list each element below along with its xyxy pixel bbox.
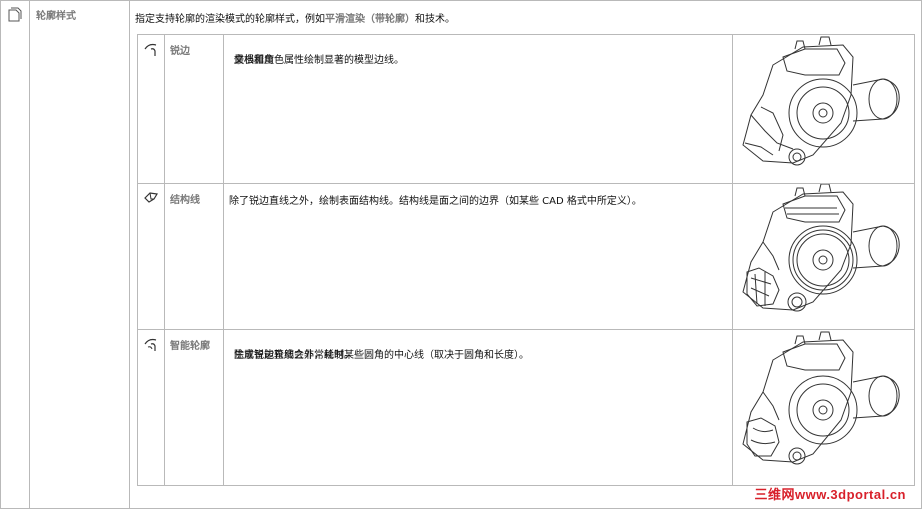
main-name-cell: 轮廓样式 — [30, 1, 130, 508]
smart-outline-icon — [144, 338, 157, 351]
row-description-cell: 除了锐边直线之外，绘制表面结构线。结构线是面之间的边界（如某些 CAD 格式中所… — [224, 184, 733, 329]
row-image-cell — [733, 184, 914, 329]
table-row: 结构线 除了锐边直线之外，绘制表面结构线。结构线是面之间的边界（如某些 CAD … — [138, 184, 914, 330]
engine-outline-structure-image — [742, 184, 900, 312]
main-description-highlight: 平滑渲染（带轮廓） — [325, 14, 415, 25]
table-row: 智能轮廓 除了锐边直线之外，绘制某些圆角的中心线（取决于圆角和长度）。 注意： 生成… — [138, 330, 914, 485]
outline-styles-table: 锐边 仅根据 最小角度 文档和角色属性绘制显著的模型边线。 结构线 除了锐边直线… — [137, 34, 915, 486]
main-description-suffix: 和技术。 — [415, 14, 455, 25]
row-icon-cell — [138, 184, 165, 329]
row-name: 智能轮廓 — [170, 341, 210, 352]
structure-line-icon — [144, 192, 158, 203]
main-description-prefix: 指定支持轮廓的渲染模式的轮廓样式，例如 — [135, 14, 325, 25]
row-icon-cell — [138, 330, 165, 485]
row-name-cell: 结构线 — [165, 184, 224, 329]
row-name: 锐边 — [170, 46, 190, 57]
row-description: 除了锐边直线之外，绘制表面结构线。结构线是面之间的边界（如某些 CAD 格式中所… — [229, 196, 642, 207]
row-name-cell: 智能轮廓 — [165, 330, 224, 485]
row-image-cell — [733, 35, 914, 183]
row-description-cell: 除了锐边直线之外，绘制某些圆角的中心线（取决于圆角和长度）。 注意： 生成智能轮廓会… — [224, 330, 733, 485]
table-row: 锐边 仅根据 最小角度 文档和角色属性绘制显著的模型边线。 — [138, 35, 914, 184]
row-description-suffix: 文档和角色属性绘制显著的模型边线。 — [234, 55, 404, 66]
crease-edge-icon — [144, 43, 157, 56]
row-icon-cell — [138, 35, 165, 183]
main-content-cell: 指定支持轮廓的渲染模式的轮廓样式，例如平滑渲染（带轮廓）和技术。 锐边 仅根据最… — [130, 1, 921, 508]
row-name-cell: 锐边 — [165, 35, 224, 183]
page-icon — [8, 7, 22, 22]
engine-outline-smart-image — [742, 331, 900, 465]
watermark-url: www.3dportal.cn — [794, 487, 906, 502]
row-description-cell: 仅根据 最小角度 文档和角色属性绘制显著的模型边线。 — [224, 35, 733, 183]
main-icon-cell — [1, 1, 30, 508]
engine-outline-sharp-image — [742, 36, 900, 166]
main-description: 指定支持轮廓的渲染模式的轮廓样式，例如平滑渲染（带轮廓）和技术。 — [135, 10, 455, 25]
row-name: 结构线 — [170, 195, 200, 206]
watermark-cn: 三维网 — [754, 487, 795, 502]
property-table: 轮廓样式 指定支持轮廓的渲染模式的轮廓样式，例如平滑渲染（带轮廓）和技术。 锐边… — [0, 0, 922, 509]
row-note-text: 生成智能轮廓会非常耗时。 — [234, 350, 354, 361]
main-name: 轮廓样式 — [36, 11, 76, 22]
row-image-cell — [733, 330, 914, 485]
watermark: 三维网www.3dportal.cn — [754, 484, 906, 503]
